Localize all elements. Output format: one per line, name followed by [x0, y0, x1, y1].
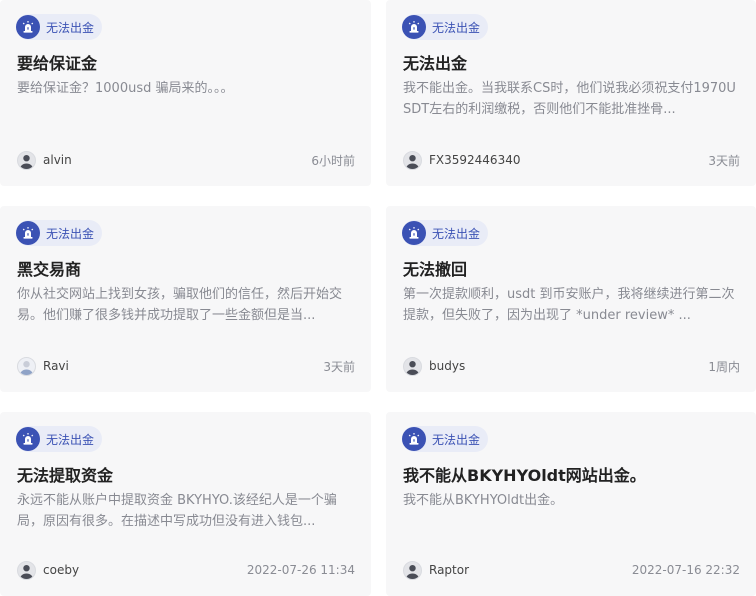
badge-label: 无法出金 [432, 226, 481, 241]
card-title[interactable]: 无法提取资金 [17, 462, 113, 486]
user-info[interactable]: alvin [17, 150, 72, 170]
badge-label: 无法出金 [46, 226, 95, 241]
user-info[interactable]: Raptor [403, 560, 470, 580]
post-time: 6小时前 [311, 153, 355, 168]
card-title[interactable]: 无法出金 [403, 50, 467, 74]
category-badge: 无法出金 [402, 220, 489, 246]
card-title[interactable]: 黑交易商 [17, 256, 81, 280]
post-time: 2022-07-16 22:32 [631, 563, 740, 577]
alarm-siren-icon [16, 15, 40, 39]
card-footer: FX3592446340 3天前 [403, 150, 740, 170]
category-badge: 无法出金 [402, 14, 489, 40]
card-title[interactable]: 无法撤回 [403, 256, 467, 280]
complaint-card[interactable]: 无法出金 无法出金 我不能出金。当我联系CS时，他们说我必须祝支付1970USD… [386, 0, 756, 186]
alarm-siren-icon [16, 221, 40, 245]
alarm-siren-icon [402, 15, 426, 39]
card-description: 永远不能从账户中提取资金 BKYHYO.该经纪人是一个骗局，原因有很多。在描述中… [17, 493, 337, 529]
card-description: 要给保证金？1000usd 骗局来的。。。 [17, 81, 234, 96]
card-footer: Raptor 2022-07-16 22:32 [403, 560, 740, 580]
user-avatar-icon [403, 150, 422, 170]
post-time: 3天前 [708, 153, 740, 168]
post-time: 2022-07-26 11:34 [246, 563, 355, 577]
card-footer: alvin 6小时前 [17, 150, 355, 170]
user-avatar-icon [403, 560, 422, 580]
user-avatar-icon [17, 560, 36, 580]
badge-label: 无法出金 [432, 20, 481, 35]
category-badge: 无法出金 [402, 426, 489, 452]
username: FX3592446340 [429, 153, 521, 167]
card-footer: Ravi 3天前 [17, 356, 355, 376]
alarm-siren-icon [402, 427, 426, 451]
card-description: 我不能出金。当我联系CS时，他们说我必须祝支付1970USDT左右的利润缴税，否… [403, 81, 736, 117]
complaint-card[interactable]: 无法出金 无法撤回 第一次提款顺利，usdt 到币安账户，我将继续进行第二次提款… [386, 206, 756, 392]
card-title[interactable]: 要给保证金 [17, 50, 97, 74]
post-time: 1周内 [708, 359, 740, 374]
card-footer: coeby 2022-07-26 11:34 [17, 560, 355, 580]
username: alvin [43, 153, 72, 167]
card-title[interactable]: 我不能从BKYHYOldt网站出金。 [403, 462, 646, 486]
category-badge: 无法出金 [16, 14, 103, 40]
user-info[interactable]: coeby [17, 560, 80, 580]
user-avatar-icon [17, 356, 36, 376]
username: Ravi [43, 359, 69, 373]
alarm-siren-icon [402, 221, 426, 245]
complaint-card[interactable]: 无法出金 我不能从BKYHYOldt网站出金。 我不能从BKYHYOldt出金。… [386, 412, 756, 596]
badge-label: 无法出金 [46, 20, 95, 35]
username: Raptor [429, 563, 470, 577]
card-footer: budys 1周内 [403, 356, 740, 376]
category-badge: 无法出金 [16, 220, 103, 246]
badge-label: 无法出金 [46, 432, 95, 447]
user-avatar-icon [403, 356, 422, 376]
username: coeby [43, 563, 80, 577]
post-time: 3天前 [323, 359, 355, 374]
badge-label: 无法出金 [432, 432, 481, 447]
complaint-card[interactable]: 无法出金 黑交易商 你从社交网站上找到女孩，骗取他们的信任，然后开始交易。他们赚… [0, 206, 371, 392]
user-avatar-icon [17, 150, 36, 170]
alarm-siren-icon [16, 427, 40, 451]
card-description: 你从社交网站上找到女孩，骗取他们的信任，然后开始交易。他们赚了很多钱并成功提取了… [17, 287, 343, 323]
complaint-card[interactable]: 无法出金 要给保证金 要给保证金？1000usd 骗局来的。。。 alvin 6… [0, 0, 371, 186]
user-info[interactable]: budys [403, 356, 466, 376]
user-info[interactable]: FX3592446340 [403, 150, 521, 170]
card-description: 我不能从BKYHYOldt出金。 [403, 493, 564, 508]
complaint-card[interactable]: 无法出金 无法提取资金 永远不能从账户中提取资金 BKYHYO.该经纪人是一个骗… [0, 412, 371, 596]
card-description: 第一次提款顺利，usdt 到币安账户，我将继续进行第二次提款，但失败了，因为出现… [403, 287, 735, 323]
username: budys [429, 359, 466, 373]
user-info[interactable]: Ravi [17, 356, 69, 376]
category-badge: 无法出金 [16, 426, 103, 452]
